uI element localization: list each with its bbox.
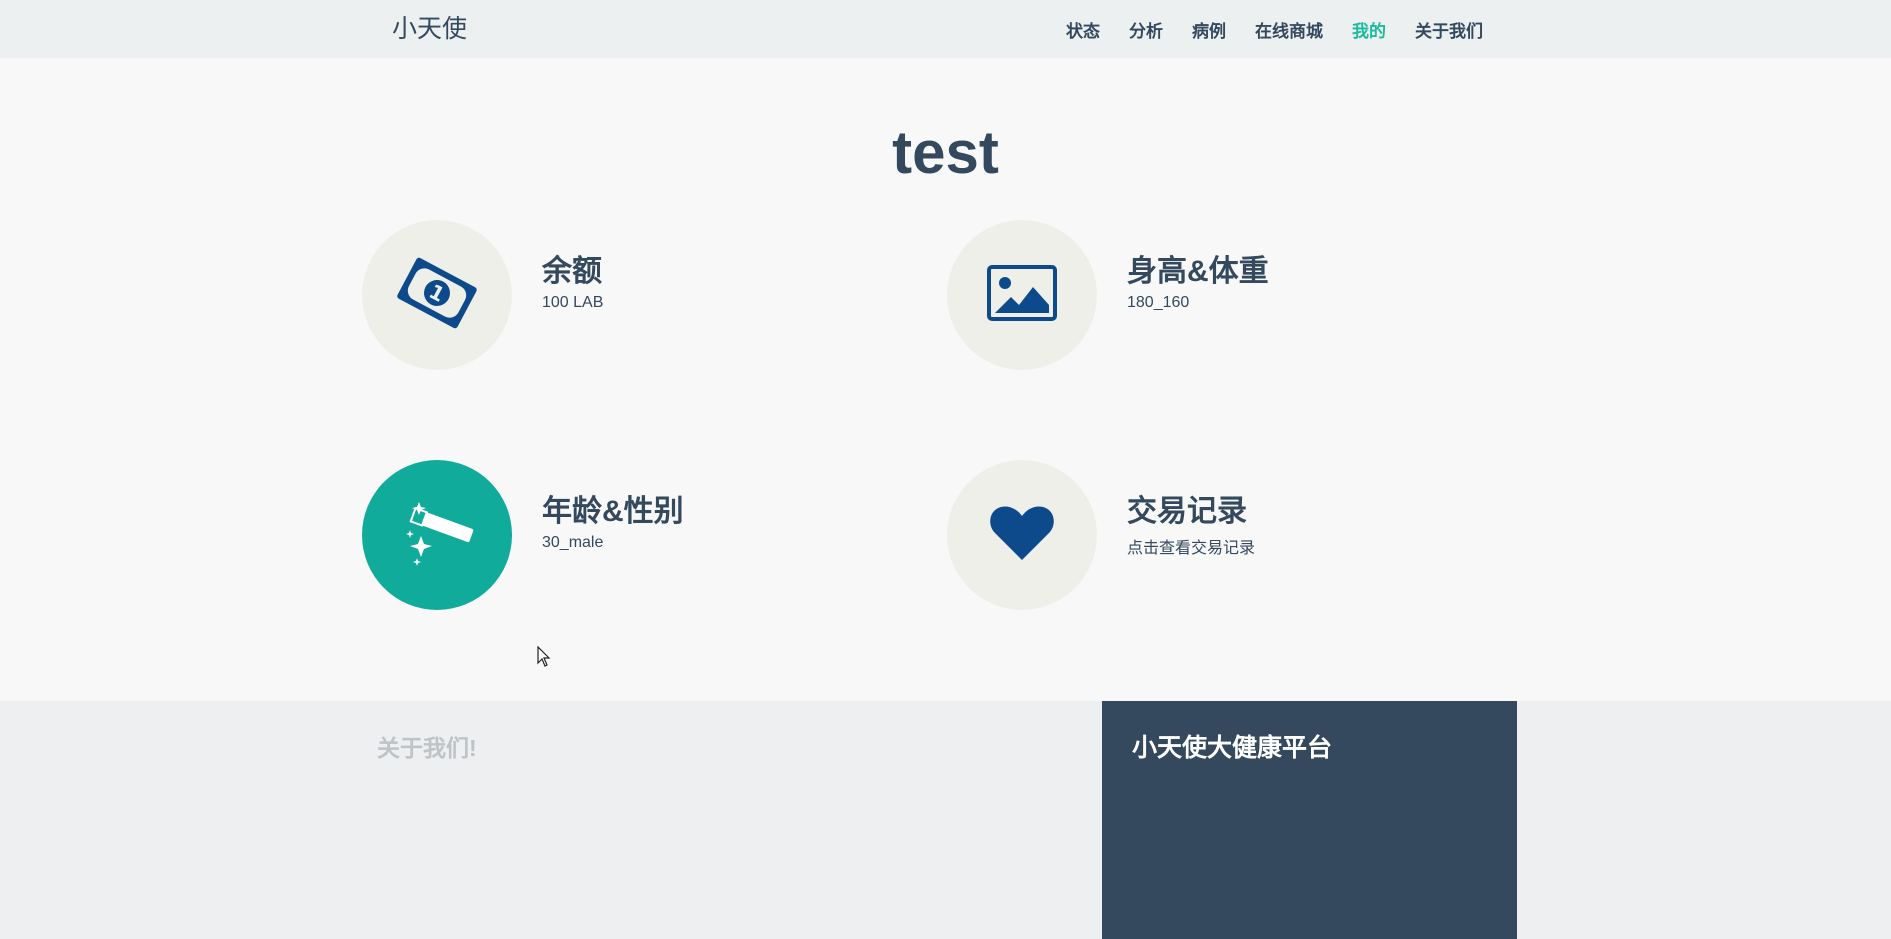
feature-transactions[interactable]: 交易记录 点击查看交易记录 xyxy=(947,460,1447,610)
feature-height-weight-value: 180_160 xyxy=(1127,294,1190,311)
nav-item-shop[interactable]: 在线商城 xyxy=(1255,17,1323,42)
footer-panel: 小天使大健康平台 xyxy=(1102,701,1517,939)
nav-menu: 状态 分析 病例 在线商城 我的 关于我们 xyxy=(1037,0,1483,58)
feature-age-gender-circle xyxy=(362,460,512,610)
nav-item-status[interactable]: 状态 xyxy=(1066,17,1100,42)
feature-height-weight-title: 身高&体重 xyxy=(1127,255,1269,288)
navbar: 小天使 状态 分析 病例 在线商城 我的 关于我们 xyxy=(0,0,1891,58)
feature-balance-circle: 1 xyxy=(362,220,512,370)
brand-logo[interactable]: 小天使 xyxy=(392,12,467,46)
feature-balance-title: 余额 xyxy=(542,255,602,288)
mouse-cursor-icon xyxy=(537,645,551,673)
page-title: test xyxy=(892,119,999,186)
main-content: test 1 余额 100 LAB 身高&体重 180_160 年龄&性别 30… xyxy=(0,58,1891,701)
image-icon xyxy=(987,264,1057,326)
feature-transactions-link[interactable]: 点击查看交易记录 xyxy=(1127,534,1255,558)
feature-age-gender-value: 30_male xyxy=(542,534,604,551)
feature-height-weight: 身高&体重 180_160 xyxy=(947,220,1447,370)
feature-age-gender-title: 年龄&性别 xyxy=(542,495,684,528)
nav-item-cases[interactable]: 病例 xyxy=(1192,17,1226,42)
nav-item-analysis[interactable]: 分析 xyxy=(1129,17,1163,42)
footer-panel-title: 小天使大健康平台 xyxy=(1132,734,1333,762)
feature-balance: 1 余额 100 LAB xyxy=(362,220,862,370)
feature-balance-value: 100 LAB xyxy=(542,294,604,311)
footer-about-title: 关于我们! xyxy=(377,735,477,761)
nav-item-mine[interactable]: 我的 xyxy=(1352,17,1386,42)
feature-transactions-circle[interactable] xyxy=(947,460,1097,610)
feature-transactions-title[interactable]: 交易记录 xyxy=(1127,486,1247,530)
magic-wand-icon xyxy=(397,498,477,573)
footer: 关于我们! 小天使大健康平台 xyxy=(0,701,1891,939)
nav-item-about[interactable]: 关于我们 xyxy=(1415,17,1483,42)
feature-age-gender: 年龄&性别 30_male xyxy=(362,460,862,610)
money-bill-icon: 1 xyxy=(395,256,479,335)
feature-height-weight-circle xyxy=(947,220,1097,370)
heart-icon xyxy=(989,504,1055,567)
